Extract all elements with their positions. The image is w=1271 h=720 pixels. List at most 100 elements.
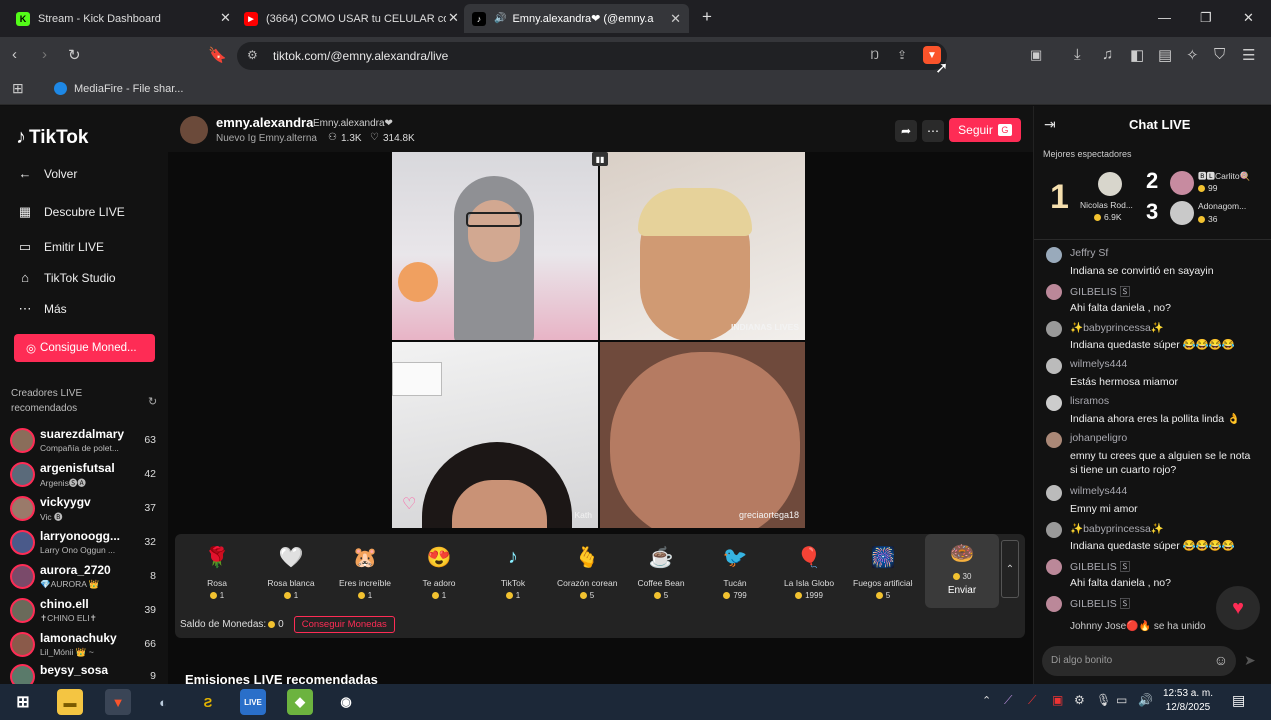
emoji-icon[interactable]: ☺: [1214, 652, 1228, 668]
menu-icon[interactable]: ☰: [1242, 46, 1255, 64]
download-icon[interactable]: ⤓: [1074, 46, 1081, 63]
chevron-up-icon[interactable]: ⌃: [982, 694, 991, 707]
tray-icon[interactable]: ⚙: [1074, 693, 1085, 707]
close-tab-icon[interactable]: ✕: [448, 10, 459, 26]
vpn-icon[interactable]: ⛉: [1214, 46, 1225, 63]
host-avatar[interactable]: [180, 116, 208, 144]
site-settings-icon[interactable]: ⚙: [247, 48, 258, 62]
creator-item[interactable]: beysy_sosa 9: [10, 662, 160, 684]
back-icon[interactable]: ‹: [12, 46, 17, 63]
avatar[interactable]: [1046, 321, 1062, 337]
video-cell-guest-2[interactable]: ♡ Kath: [392, 342, 598, 528]
avatar[interactable]: [1046, 284, 1062, 300]
volume-icon[interactable]: 🔊: [1138, 693, 1153, 707]
chat-username[interactable]: ✨babyprincessa✨: [1070, 321, 1164, 334]
avatar[interactable]: [1046, 395, 1062, 411]
apps-grid-icon[interactable]: ⊞: [12, 80, 24, 97]
sidebar-item-studio[interactable]: ⌂ TikTok Studio: [16, 270, 116, 285]
avatar[interactable]: [1170, 171, 1194, 195]
gift-item[interactable]: 🫰 Corazón coreano 5: [557, 542, 617, 601]
sidebar-item-mas[interactable]: ⋯ Más: [16, 301, 67, 317]
avatar[interactable]: [1046, 432, 1062, 448]
collapse-chat-icon[interactable]: ⇥: [1044, 116, 1056, 133]
reload-icon[interactable]: ↻: [68, 46, 81, 64]
gift-item[interactable]: 🐹 Eres increíble 1: [335, 542, 395, 601]
obs-icon[interactable]: ◉: [333, 689, 359, 715]
video-cell-guest-3[interactable]: greciaortega18: [600, 342, 805, 528]
avatar[interactable]: [1098, 172, 1122, 196]
close-tab-icon[interactable]: ✕: [670, 11, 681, 27]
tiktok-logo[interactable]: ♪ TikTok: [16, 126, 88, 149]
chat-username[interactable]: wilmelys444: [1070, 358, 1127, 370]
follow-button[interactable]: Seguir G: [949, 118, 1021, 142]
app-icon[interactable]: ◆: [287, 689, 313, 715]
gift-item[interactable]: 🌹 Rosa 1: [187, 542, 247, 601]
translate-off-icon[interactable]: Ŋ: [870, 48, 879, 62]
tray-icon[interactable]: ▣: [1052, 693, 1063, 707]
chat-input[interactable]: Di algo bonito ☺: [1042, 646, 1236, 676]
app-icon[interactable]: ◐: [150, 689, 176, 715]
sidebar-toggle-icon[interactable]: ◧: [1130, 46, 1144, 64]
windows-start-icon[interactable]: ⊞: [10, 689, 36, 715]
chat-username[interactable]: wilmelys444: [1070, 485, 1127, 497]
chat-username[interactable]: GILBELIS 🅂: [1070, 284, 1130, 299]
creator-item[interactable]: larryonoogg... Larry Ono Oggun ... 32: [10, 528, 160, 558]
bookmark-icon[interactable]: 🔖: [208, 46, 227, 64]
chat-username[interactable]: johanpeligro: [1070, 432, 1127, 444]
send-icon[interactable]: ➤: [1244, 652, 1256, 669]
creator-item[interactable]: lamonachuky Lil_Mónii 👑 ~ 66: [10, 630, 160, 660]
leo-ai-icon[interactable]: ✧: [1186, 46, 1199, 64]
music-icon[interactable]: ♫: [1102, 46, 1113, 63]
avatar[interactable]: [1170, 201, 1194, 225]
send-gift-button[interactable]: Enviar: [925, 585, 999, 596]
maximize-icon[interactable]: ❐: [1200, 10, 1212, 26]
gift-item[interactable]: ☕ Coffee Bean 5: [631, 542, 691, 601]
bookmark-mediafire[interactable]: MediaFire - File shar...: [54, 82, 183, 95]
like-heart-button[interactable]: ♥: [1216, 586, 1260, 630]
creator-item[interactable]: suarezdalmary Compañía de polet... 63: [10, 426, 160, 456]
avatar[interactable]: [1046, 522, 1062, 538]
avatar[interactable]: [1046, 247, 1062, 263]
tab-youtube[interactable]: ▶ (3664) COMO USAR tu CELULAR com: [236, 4, 461, 33]
new-tab-icon[interactable]: +: [702, 7, 712, 27]
tray-icon[interactable]: ⟋: [1028, 693, 1036, 708]
close-tab-icon[interactable]: ✕: [220, 10, 231, 26]
microphone-icon[interactable]: 🎙: [1096, 693, 1111, 707]
file-explorer-icon[interactable]: ▬: [57, 689, 83, 715]
sidebar-item-volver[interactable]: ← Volver: [16, 166, 78, 181]
brave-icon[interactable]: ▼: [105, 689, 131, 715]
avatar[interactable]: [1046, 485, 1062, 501]
forward-icon[interactable]: ›: [42, 46, 47, 63]
chat-username[interactable]: ✨babyprincessa✨: [1070, 522, 1164, 535]
chevron-up-icon[interactable]: ⌃: [1001, 540, 1019, 598]
gift-item[interactable]: 🐦 Tucán 799: [705, 542, 765, 601]
app-icon[interactable]: Ƨ: [195, 689, 221, 715]
network-icon[interactable]: ▭: [1116, 693, 1127, 707]
avatar[interactable]: [1046, 596, 1062, 612]
url-text[interactable]: tiktok.com/@emny.alexandra/live: [273, 49, 448, 63]
reader-icon[interactable]: ▣: [1030, 47, 1042, 63]
gift-item-selected[interactable]: 🍩 30 Enviar: [925, 534, 999, 608]
wallet-icon[interactable]: ▤: [1158, 46, 1172, 64]
creator-item[interactable]: argenisfutsal Argenis🅢🅐 42: [10, 460, 160, 490]
gift-item[interactable]: 🎆 Fuegos artificiale... 5: [853, 542, 913, 601]
get-coins-button[interactable]: ◎ Consigue Moned...: [14, 334, 155, 362]
live-app-icon[interactable]: LIVE: [240, 689, 266, 715]
get-coins-link[interactable]: Conseguir Monedas: [293, 616, 395, 633]
avatar[interactable]: [1046, 358, 1062, 374]
chat-username[interactable]: GILBELIS 🅂: [1070, 559, 1130, 574]
more-options-icon[interactable]: ⋯: [922, 120, 944, 142]
tab-kick[interactable]: K Stream - Kick Dashboard: [8, 4, 233, 33]
chat-username[interactable]: Jeffry Sf: [1070, 247, 1108, 259]
chat-username[interactable]: lisramos: [1070, 395, 1109, 407]
refresh-icon[interactable]: ↻: [148, 395, 157, 408]
share-icon[interactable]: ➦: [895, 120, 917, 142]
creator-item[interactable]: vickyygv Vic 🅑 37: [10, 494, 160, 524]
host-username[interactable]: emny.alexandra: [216, 115, 313, 130]
url-bar[interactable]: ⚙ tiktok.com/@emny.alexandra/live Ŋ ⇪ ▼: [237, 42, 947, 70]
minimize-icon[interactable]: —: [1158, 10, 1171, 25]
avatar[interactable]: [1046, 559, 1062, 575]
video-cell-host[interactable]: [392, 152, 598, 340]
creator-item[interactable]: aurora_2720 💎AURORA 👑 8: [10, 562, 160, 592]
notifications-icon[interactable]: ▤: [1232, 692, 1245, 709]
